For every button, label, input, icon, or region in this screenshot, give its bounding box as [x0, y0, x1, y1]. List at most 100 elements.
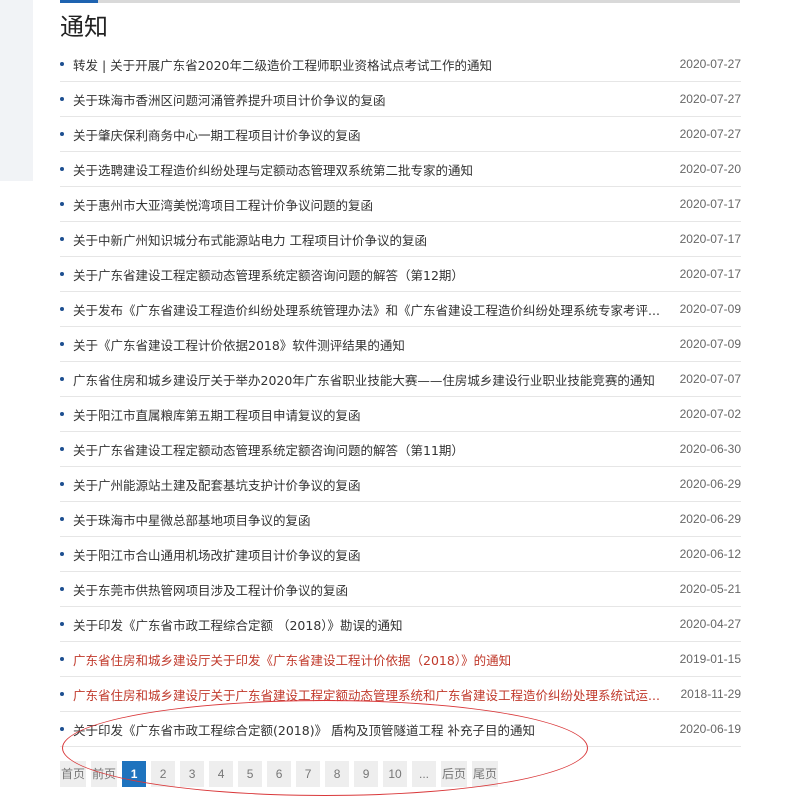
- list-item: 转发 | 关于开展广东省2020年二级造价工程师职业资格试点考试工作的通知 202…: [60, 47, 741, 82]
- page-button-7[interactable]: 7: [296, 761, 321, 787]
- notice-list: 转发 | 关于开展广东省2020年二级造价工程师职业资格试点考试工作的通知 202…: [60, 47, 741, 747]
- next-page-button[interactable]: 后页: [441, 761, 468, 787]
- bullet-icon: [60, 202, 64, 206]
- notice-date: 2020-07-09: [679, 337, 741, 351]
- list-item: 关于广东省建设工程定额动态管理系统定额咨询问题的解答（第12期） 2020-07-…: [60, 257, 741, 292]
- list-item: 关于珠海市中星微总部基地项目争议的复函 2020-06-29: [60, 502, 741, 537]
- notice-date: 2020-07-02: [679, 407, 741, 421]
- notice-date: 2020-07-17: [679, 232, 741, 246]
- page-button-9[interactable]: 9: [354, 761, 379, 787]
- notice-date: 2020-07-20: [679, 162, 741, 176]
- notice-title-link[interactable]: 关于珠海市香洲区问题河涌管养提升项目计价争议的复函: [73, 90, 671, 109]
- bullet-icon: [60, 447, 64, 451]
- bullet-icon: [60, 342, 64, 346]
- page-button-6[interactable]: 6: [267, 761, 292, 787]
- page-button-3[interactable]: 3: [180, 761, 205, 787]
- page-button-10[interactable]: 10: [383, 761, 408, 787]
- list-item: 关于广州能源站土建及配套基坑支护计价争议的复函 2020-06-29: [60, 467, 741, 502]
- page-button-8[interactable]: 8: [325, 761, 350, 787]
- notice-date: 2020-07-27: [679, 127, 741, 141]
- notice-title-link[interactable]: 关于中新广州知识城分布式能源站电力 工程项目计价争议的复函: [73, 230, 671, 249]
- list-item: 关于广东省建设工程定额动态管理系统定额咨询问题的解答（第11期） 2020-06-…: [60, 432, 741, 467]
- notice-title-link[interactable]: 关于阳江市合山通用机场改扩建项目计价争议的复函: [73, 545, 671, 564]
- section-header-accent: [60, 0, 98, 3]
- list-item: 关于惠州市大亚湾美悦湾项目工程计价争议问题的复函 2020-07-17: [60, 187, 741, 222]
- last-page-button[interactable]: 尾页: [472, 761, 499, 787]
- notice-title-link[interactable]: 关于发布《广东省建设工程造价纠纷处理系统管理办法》和《广东省建设工程造价纠纷处理…: [73, 300, 671, 319]
- bullet-icon: [60, 412, 64, 416]
- notice-title-link[interactable]: 关于惠州市大亚湾美悦湾项目工程计价争议问题的复函: [73, 195, 671, 214]
- notice-date: 2020-06-29: [679, 512, 741, 526]
- list-item: 广东省住房和城乡建设厅关于举办2020年广东省职业技能大赛——住房城乡建设行业职…: [60, 362, 741, 397]
- list-item: 关于中新广州知识城分布式能源站电力 工程项目计价争议的复函 2020-07-17: [60, 222, 741, 257]
- bullet-icon: [60, 482, 64, 486]
- notice-date: 2020-05-21: [679, 582, 741, 596]
- bullet-icon: [60, 692, 64, 696]
- notice-title-link[interactable]: 关于印发《广东省市政工程综合定额 （2018）》勘误的通知: [73, 615, 671, 634]
- page-title: 通知: [60, 13, 108, 41]
- bullet-icon: [60, 657, 64, 661]
- pagination: 首页 前页 1 2 3 4 5 6 7 8 9 10 ... 后页 尾页: [60, 761, 499, 787]
- page-button-5[interactable]: 5: [238, 761, 263, 787]
- notice-date: 2020-06-29: [679, 477, 741, 491]
- notice-title-link[interactable]: 关于广州能源站土建及配套基坑支护计价争议的复函: [73, 475, 671, 494]
- bullet-icon: [60, 272, 64, 276]
- prev-page-button[interactable]: 前页: [91, 761, 118, 787]
- bullet-icon: [60, 622, 64, 626]
- notice-date: 2020-06-30: [679, 442, 741, 456]
- notice-date: 2020-07-27: [679, 92, 741, 106]
- section-header-rule: [60, 0, 740, 3]
- bullet-icon: [60, 237, 64, 241]
- bullet-icon: [60, 307, 64, 311]
- notice-title-link[interactable]: 转发 | 关于开展广东省2020年二级造价工程师职业资格试点考试工作的通知: [73, 55, 671, 74]
- notice-title-link[interactable]: 广东省住房和城乡建设厅关于广东省建设工程定额动态管理系统和广东省建设工程造价纠纷…: [73, 685, 671, 704]
- list-item: 关于选聘建设工程造价纠纷处理与定额动态管理双系统第二批专家的通知 2020-07-…: [60, 152, 741, 187]
- notice-title-link[interactable]: 广东省住房和城乡建设厅关于印发《广东省建设工程计价依据（2018）》的通知: [73, 650, 671, 669]
- bullet-icon: [60, 517, 64, 521]
- list-item: 关于珠海市香洲区问题河涌管养提升项目计价争议的复函 2020-07-27: [60, 82, 741, 117]
- bullet-icon: [60, 97, 64, 101]
- notice-title-link[interactable]: 关于珠海市中星微总部基地项目争议的复函: [73, 510, 671, 529]
- notice-title-link[interactable]: 关于选聘建设工程造价纠纷处理与定额动态管理双系统第二批专家的通知: [73, 160, 671, 179]
- page-button-1[interactable]: 1: [122, 761, 147, 787]
- bullet-icon: [60, 587, 64, 591]
- list-item: 关于发布《广东省建设工程造价纠纷处理系统管理办法》和《广东省建设工程造价纠纷处理…: [60, 292, 741, 327]
- list-item: 关于印发《广东省市政工程综合定额(2018)》 盾构及顶管隧道工程 补充子目的通…: [60, 712, 741, 747]
- bullet-icon: [60, 62, 64, 66]
- notice-title-link[interactable]: 广东省住房和城乡建设厅关于举办2020年广东省职业技能大赛——住房城乡建设行业职…: [73, 370, 671, 389]
- notice-date: 2018-11-29: [680, 687, 742, 701]
- notice-title-link[interactable]: 关于东莞市供热管网项目涉及工程计价争议的复函: [73, 580, 671, 599]
- page-ellipsis: ...: [412, 761, 437, 787]
- notice-date: 2020-07-17: [679, 197, 741, 211]
- bullet-icon: [60, 727, 64, 731]
- bullet-icon: [60, 552, 64, 556]
- page-button-4[interactable]: 4: [209, 761, 234, 787]
- notice-title-link[interactable]: 关于印发《广东省市政工程综合定额(2018)》 盾构及顶管隧道工程 补充子目的通…: [73, 720, 671, 739]
- notice-date: 2020-07-27: [679, 57, 741, 71]
- list-item: 广东省住房和城乡建设厅关于印发《广东省建设工程计价依据（2018）》的通知 201…: [60, 642, 741, 677]
- list-item: 关于阳江市合山通用机场改扩建项目计价争议的复函 2020-06-12: [60, 537, 741, 572]
- notice-title-link[interactable]: 关于肇庆保利商务中心一期工程项目计价争议的复函: [73, 125, 671, 144]
- notice-date: 2019-01-15: [679, 652, 741, 666]
- notice-date: 2020-07-07: [679, 372, 741, 386]
- notice-title-link[interactable]: 关于《广东省建设工程计价依据2018》软件测评结果的通知: [73, 335, 671, 354]
- first-page-button[interactable]: 首页: [60, 761, 87, 787]
- notice-title-link[interactable]: 关于广东省建设工程定额动态管理系统定额咨询问题的解答（第12期）: [73, 265, 671, 284]
- notice-date: 2020-07-09: [679, 302, 741, 316]
- list-item: 关于阳江市直属粮库第五期工程项目申请复议的复函 2020-07-02: [60, 397, 741, 432]
- bullet-icon: [60, 132, 64, 136]
- list-item: 关于东莞市供热管网项目涉及工程计价争议的复函 2020-05-21: [60, 572, 741, 607]
- notice-date: 2020-04-27: [679, 617, 741, 631]
- list-item: 广东省住房和城乡建设厅关于广东省建设工程定额动态管理系统和广东省建设工程造价纠纷…: [60, 677, 741, 712]
- notice-date: 2020-07-17: [679, 267, 741, 281]
- notice-title-link[interactable]: 关于阳江市直属粮库第五期工程项目申请复议的复函: [73, 405, 671, 424]
- bullet-icon: [60, 167, 64, 171]
- notice-date: 2020-06-19: [679, 722, 741, 736]
- left-sidebar-panel: [0, 0, 33, 181]
- notice-title-link[interactable]: 关于广东省建设工程定额动态管理系统定额咨询问题的解答（第11期）: [73, 440, 671, 459]
- bullet-icon: [60, 377, 64, 381]
- notice-date: 2020-06-12: [679, 547, 741, 561]
- page-button-2[interactable]: 2: [151, 761, 176, 787]
- list-item: 关于印发《广东省市政工程综合定额 （2018）》勘误的通知 2020-04-27: [60, 607, 741, 642]
- list-item: 关于肇庆保利商务中心一期工程项目计价争议的复函 2020-07-27: [60, 117, 741, 152]
